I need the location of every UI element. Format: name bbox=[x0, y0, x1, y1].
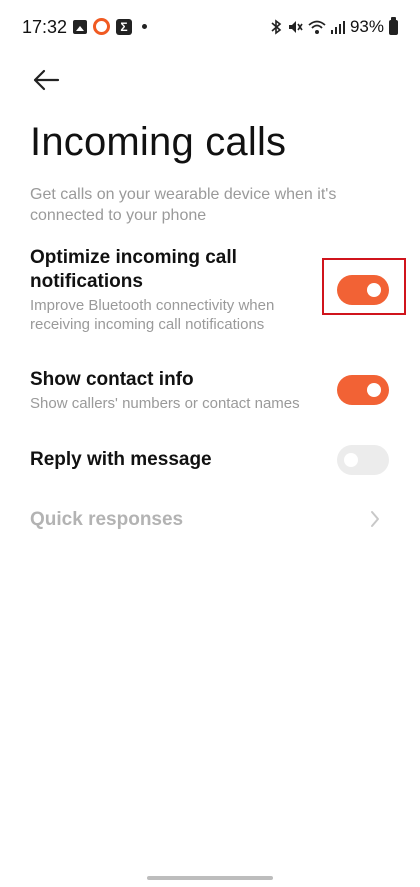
home-indicator[interactable] bbox=[147, 876, 273, 880]
status-time: 17:32 bbox=[22, 17, 68, 37]
notification-icons: Σ bbox=[73, 18, 147, 35]
wifi-icon bbox=[308, 20, 326, 34]
show-contact-info-toggle[interactable] bbox=[337, 375, 389, 405]
sigma-icon: Σ bbox=[116, 18, 132, 35]
gallery-icon bbox=[73, 19, 87, 34]
page-title: Incoming calls bbox=[30, 120, 287, 164]
dot-icon bbox=[142, 24, 147, 29]
chevron-right-icon bbox=[371, 511, 379, 527]
battery-percent: 93% bbox=[349, 17, 384, 36]
setting-reply-with-message: Reply with message bbox=[30, 448, 390, 472]
toggle-knob bbox=[367, 383, 381, 397]
arrow-left-icon bbox=[33, 69, 60, 91]
signal-icon bbox=[330, 21, 345, 34]
reply-with-message-toggle[interactable] bbox=[337, 445, 389, 475]
status-bar: 17:32 Σ 93% bbox=[0, 0, 420, 56]
setting-show-contact-info: Show contact info Show callers' numbers … bbox=[30, 368, 390, 413]
highlight-box bbox=[322, 258, 406, 315]
setting-subtitle: Show callers' numbers or contact names bbox=[30, 395, 300, 412]
setting-title: Quick responses bbox=[30, 509, 184, 530]
setting-title: Reply with message bbox=[30, 449, 212, 470]
toggle-knob bbox=[344, 453, 358, 467]
setting-title: Show contact info bbox=[30, 369, 194, 390]
setting-title: Optimize incoming call notifications bbox=[30, 247, 237, 292]
ring-icon bbox=[93, 18, 110, 35]
bluetooth-icon bbox=[271, 19, 282, 35]
battery-icon bbox=[389, 16, 398, 35]
back-button[interactable] bbox=[28, 62, 64, 98]
system-icons: 93% bbox=[270, 16, 398, 37]
setting-subtitle: Improve Bluetooth connectivity when rece… bbox=[30, 297, 275, 333]
setting-quick-responses[interactable]: Quick responses bbox=[30, 508, 390, 532]
page-description: Get calls on your wearable device when i… bbox=[30, 186, 337, 224]
mute-icon bbox=[288, 21, 303, 33]
